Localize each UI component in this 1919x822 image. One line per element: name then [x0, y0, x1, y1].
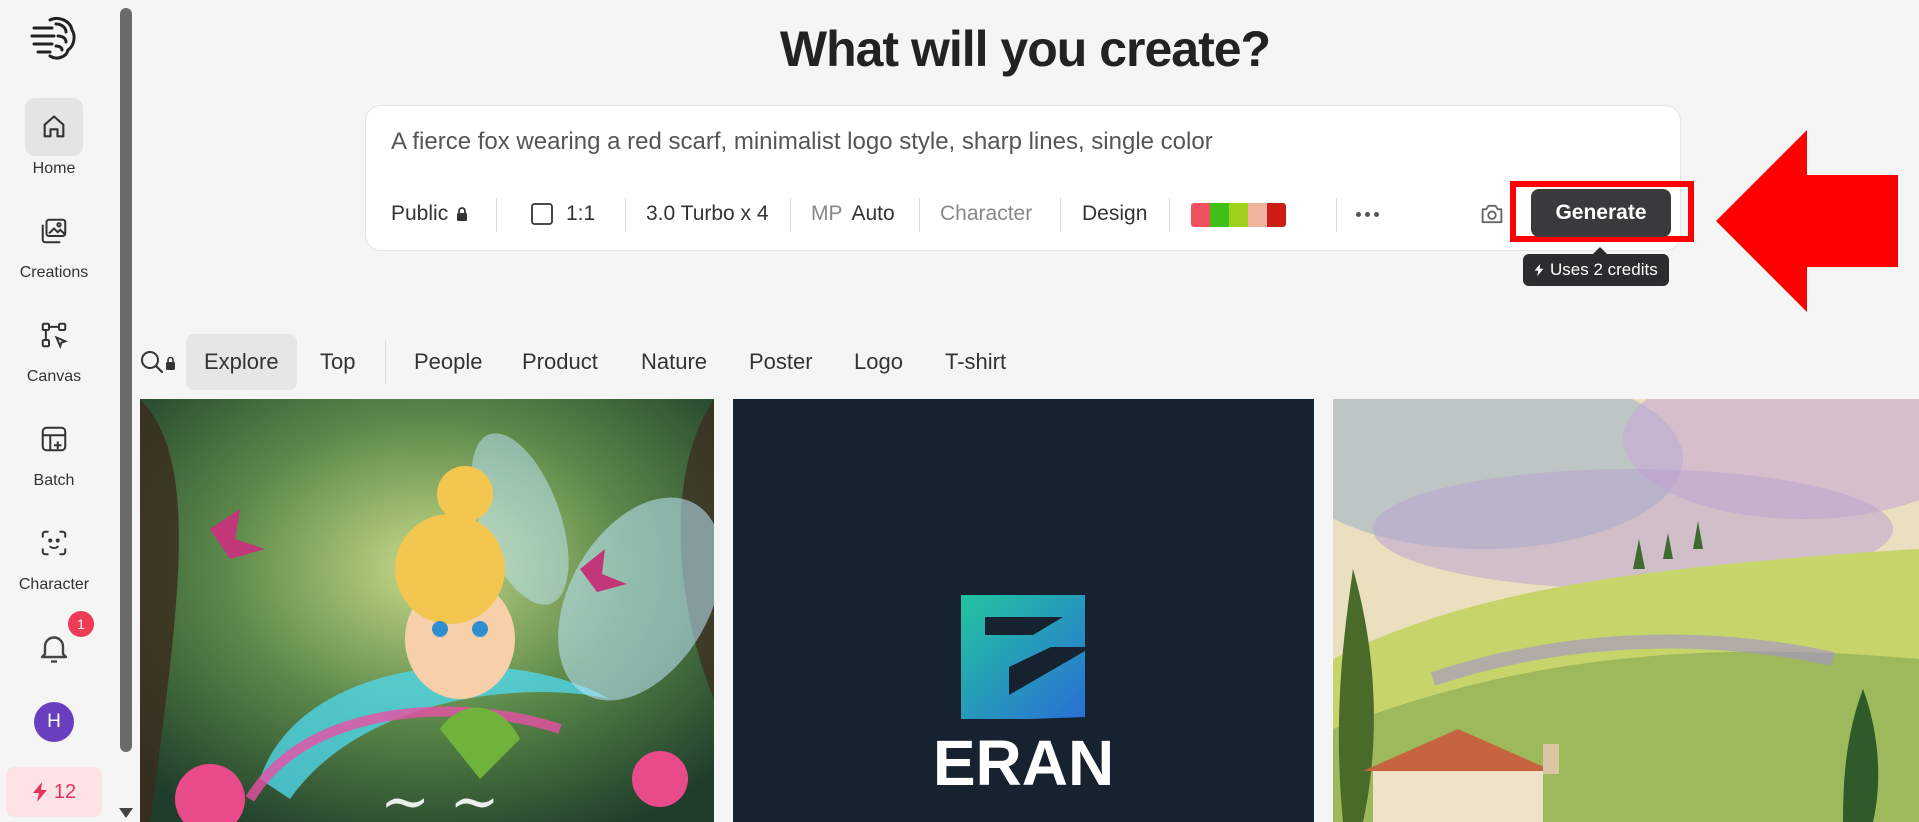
- watercolor-landscape-image: [1333, 399, 1919, 822]
- credits-count: 12: [53, 780, 77, 803]
- fairy-illustration-image: ~ ~: [140, 399, 714, 822]
- color-palette[interactable]: [1191, 203, 1286, 227]
- design-label: Design: [1082, 202, 1148, 225]
- home-icon: [43, 115, 65, 138]
- prompt-card: A fierce fox wearing a red scarf, minima…: [365, 105, 1681, 251]
- tab-divider: [385, 340, 386, 384]
- palette-swatch: [1229, 203, 1248, 227]
- visibility-toggle[interactable]: Public: [391, 194, 469, 234]
- sidebar-item-label: Character: [18, 576, 90, 593]
- search-lock-icon[interactable]: [140, 350, 178, 376]
- palette-swatch: [1248, 203, 1267, 227]
- tab-nature[interactable]: Nature: [623, 334, 725, 390]
- svg-text:~ ~: ~ ~: [380, 767, 500, 822]
- credits-tooltip: Uses 2 credits: [1523, 247, 1669, 286]
- sidebar-item-label: Batch: [33, 472, 75, 489]
- tab-explore[interactable]: Explore: [186, 334, 297, 390]
- lightning-icon: [1534, 263, 1544, 277]
- sidebar-item-label: Canvas: [26, 368, 82, 385]
- gallery-item-landscape[interactable]: [1333, 399, 1919, 822]
- camera-icon[interactable]: [1478, 200, 1506, 228]
- scroll-down-arrow-icon[interactable]: [119, 808, 133, 818]
- credits-button[interactable]: 12: [6, 767, 102, 817]
- eran-logo-image: ERAN: [733, 399, 1314, 822]
- sidebar-item-label: Creations: [19, 264, 89, 281]
- character-face-icon: [41, 530, 67, 556]
- megapixel-select[interactable]: MP Auto: [811, 194, 895, 234]
- tab-poster[interactable]: Poster: [731, 334, 831, 390]
- avatar[interactable]: H: [34, 702, 74, 742]
- logo-text: ERAN: [933, 727, 1114, 799]
- sidebar-item-batch[interactable]: Batch: [0, 410, 108, 490]
- tab-logo[interactable]: Logo: [836, 334, 921, 390]
- aspect-ratio-select[interactable]: 1:1: [530, 194, 595, 234]
- sidebar-item-label: Home: [32, 160, 76, 177]
- sidebar-item-creations[interactable]: Creations: [0, 202, 108, 282]
- more-options-icon[interactable]: [1356, 194, 1379, 234]
- aspect-ratio-label: 1:1: [566, 202, 596, 225]
- tab-tshirt[interactable]: T-shirt: [927, 334, 1024, 390]
- bell-icon[interactable]: [36, 630, 72, 666]
- square-ratio-icon: [531, 203, 553, 225]
- prompt-toolbar: Public 1:1 3.0 Turbo x 4 MP Auto Charact…: [366, 194, 1680, 234]
- image-gallery-icon: [41, 218, 67, 244]
- prompt-input[interactable]: A fierce fox wearing a red scarf, minima…: [391, 128, 1213, 156]
- character-label: Character: [940, 202, 1033, 225]
- tab-product[interactable]: Product: [504, 334, 616, 390]
- brain-logo-icon[interactable]: [30, 14, 78, 62]
- generate-button[interactable]: Generate: [1531, 189, 1671, 237]
- visibility-label: Public: [391, 202, 449, 225]
- batch-icon: [41, 426, 67, 452]
- sidebar-item-home[interactable]: Home: [0, 98, 108, 178]
- gallery-item-eran-logo[interactable]: ERAN: [733, 399, 1314, 822]
- palette-swatch: [1267, 203, 1286, 227]
- canvas-icon: [41, 322, 69, 350]
- design-select[interactable]: Design: [1082, 194, 1147, 234]
- page-title: What will you create?: [779, 21, 1271, 77]
- sidebar-item-canvas[interactable]: Canvas: [0, 306, 108, 386]
- lock-icon: [457, 207, 468, 221]
- notification-badge: 1: [68, 611, 94, 637]
- sidebar: Home Creations Canvas Batch Character 1 …: [0, 0, 118, 822]
- character-select[interactable]: Character: [940, 194, 1032, 234]
- model-select[interactable]: 3.0 Turbo x 4: [646, 194, 769, 234]
- mp-value: Auto: [851, 202, 895, 225]
- tab-people[interactable]: People: [396, 334, 501, 390]
- sidebar-scrollbar[interactable]: [120, 8, 132, 752]
- lightning-icon: [32, 782, 47, 802]
- palette-swatch: [1210, 203, 1229, 227]
- tab-top[interactable]: Top: [302, 334, 373, 390]
- red-arrow-annotation-icon: [1716, 130, 1898, 312]
- tooltip-text: Uses 2 credits: [1550, 260, 1658, 279]
- gallery-item-fairy[interactable]: ~ ~: [140, 399, 714, 822]
- sidebar-item-character[interactable]: Character: [0, 514, 108, 594]
- model-label: 3.0 Turbo x 4: [646, 202, 769, 225]
- mp-label: MP: [811, 202, 843, 225]
- palette-swatch: [1191, 203, 1210, 227]
